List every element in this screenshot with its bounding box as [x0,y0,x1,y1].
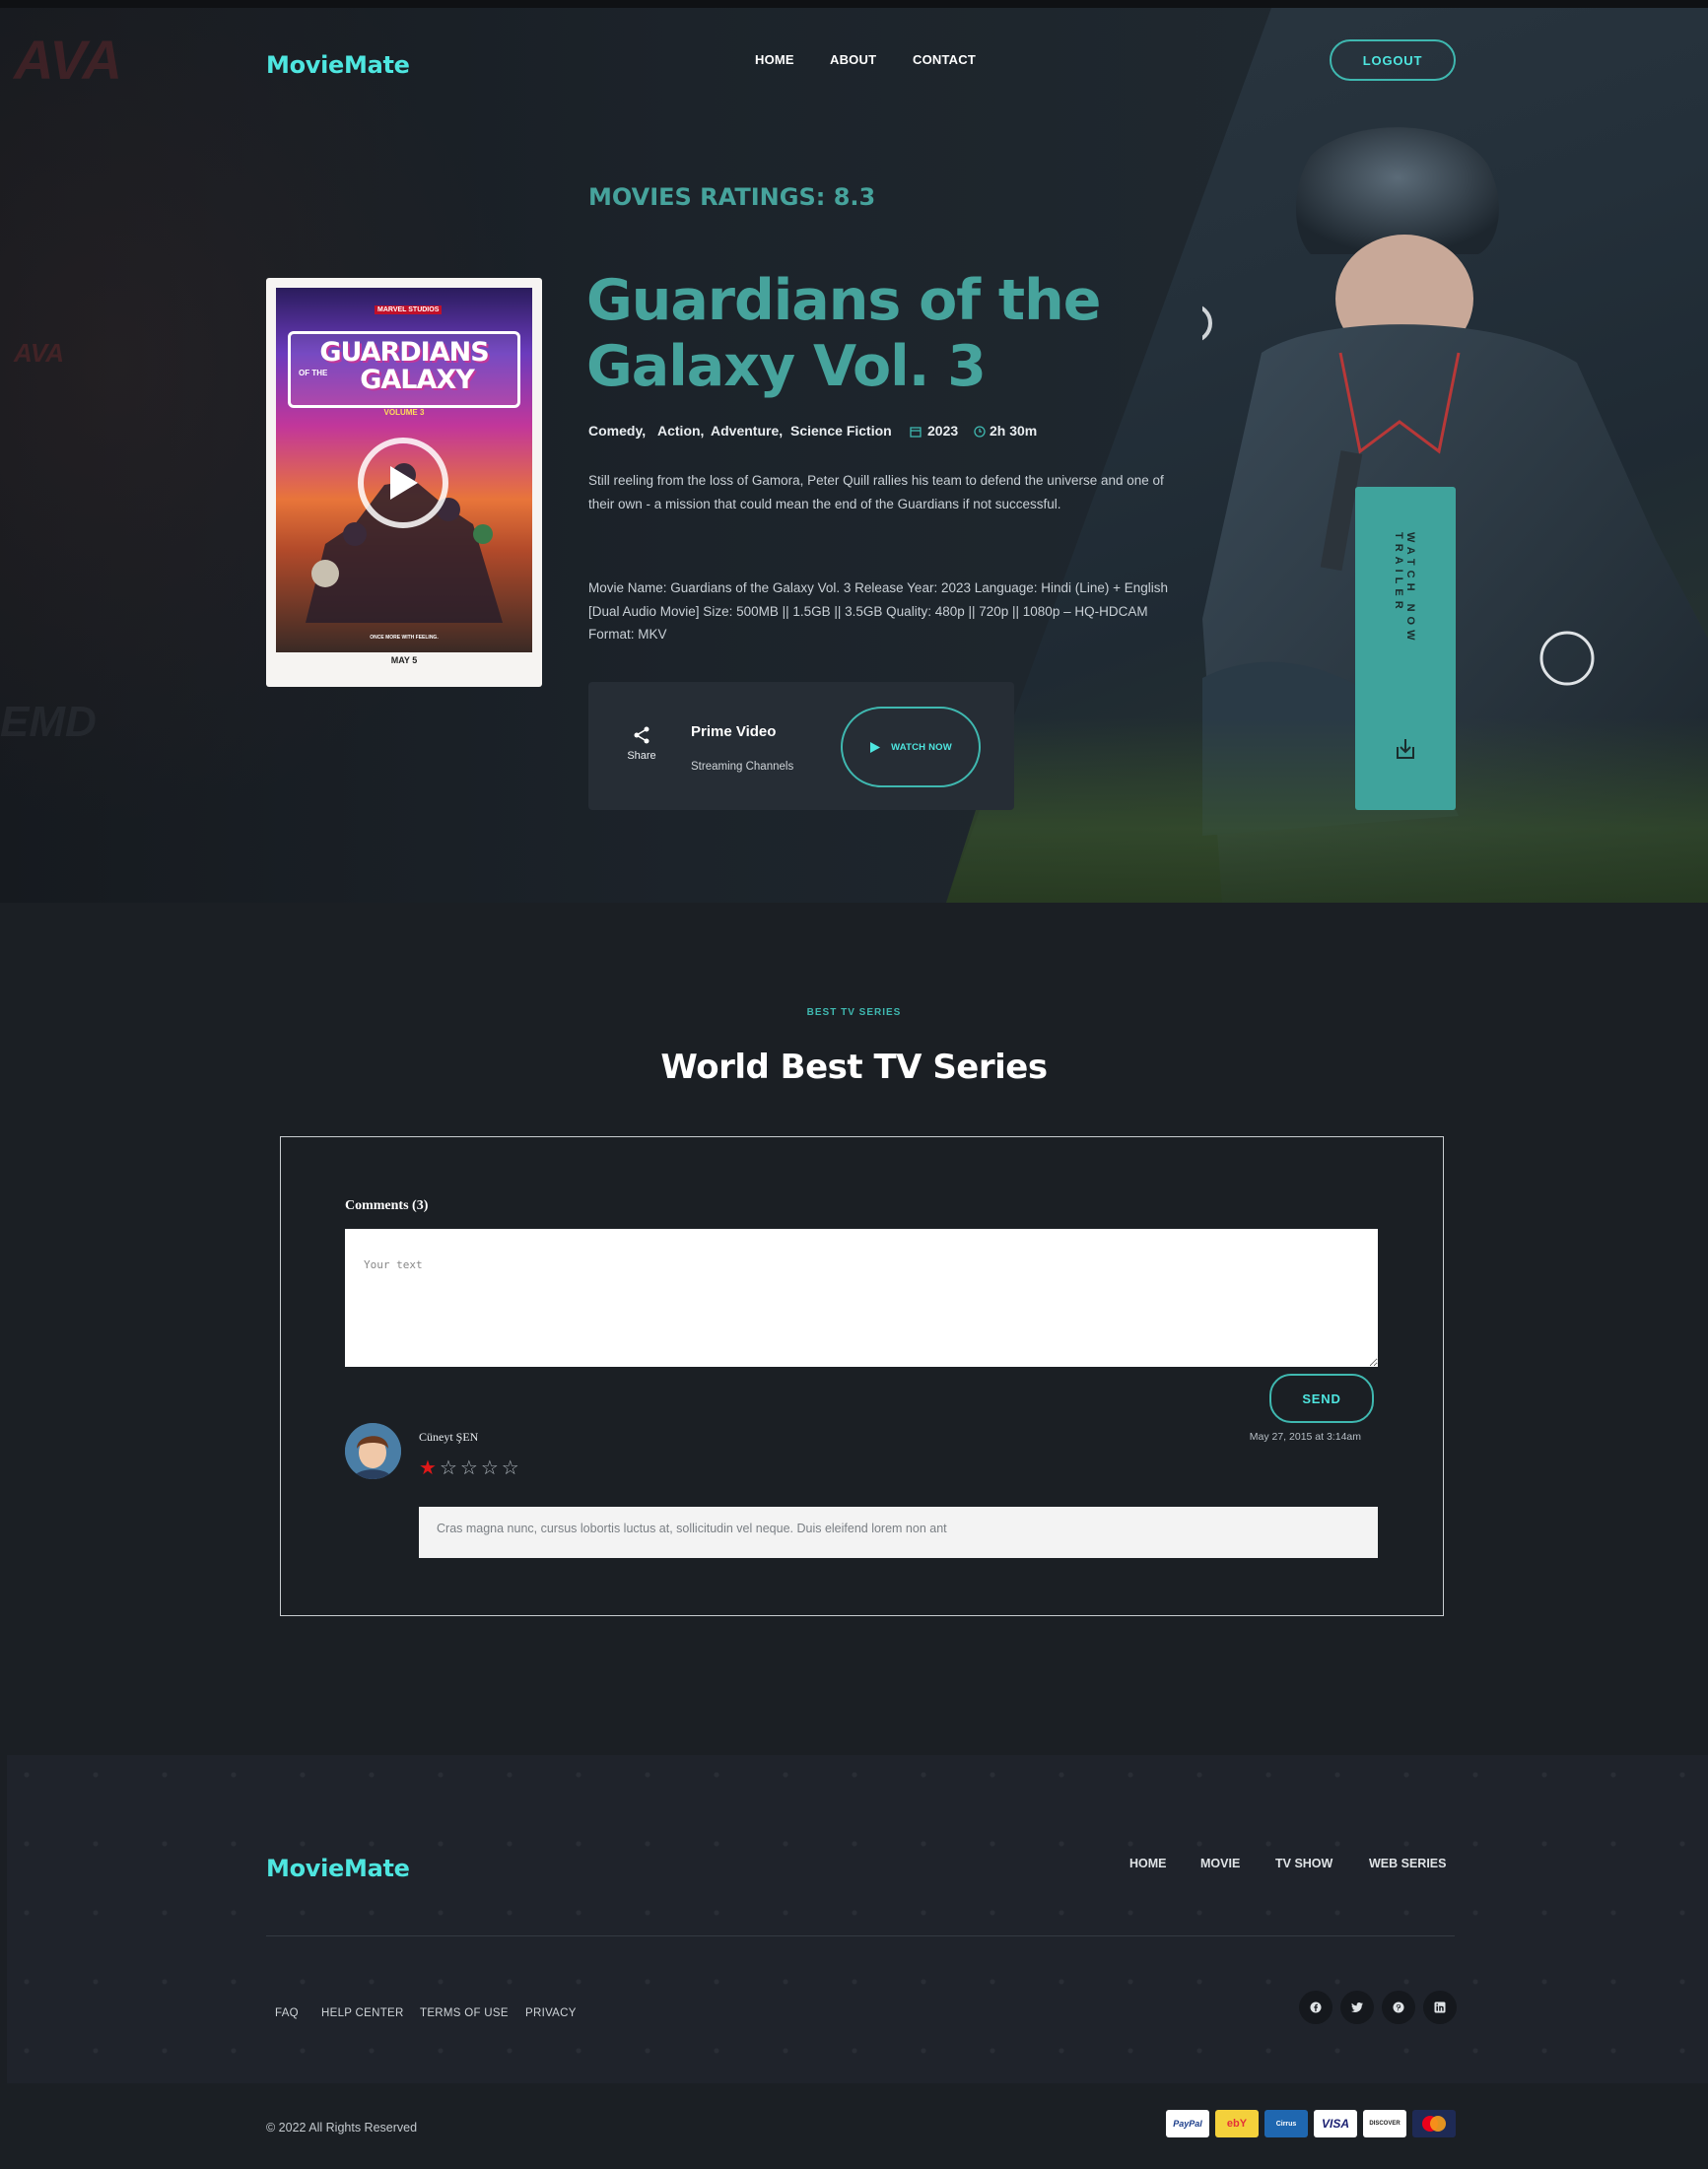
copyright: © 2022 All Rights Reserved [266,2121,418,2135]
poster-tagline: ONCE MORE WITH FEELING. [370,635,439,641]
footer-logo[interactable]: MovieMate [266,1855,410,1882]
pinterest-icon[interactable] [1382,1991,1415,2024]
discover-icon: DISCOVER [1363,2110,1406,2137]
brand-logo[interactable]: MovieMate [266,51,410,79]
play-button[interactable] [358,438,448,528]
movie-details: Movie Name: Guardians of the Galaxy Vol.… [588,580,1168,642]
genre-science-fiction[interactable]: Science Fiction [790,423,892,439]
watch-trailer-tab[interactable]: WATCH NOW TRAILER [1355,487,1456,810]
section-kicker: BEST TV SERIES [806,1007,902,1018]
share-label: Share [627,750,656,762]
footer-link-terms[interactable]: TERMS OF USE [420,2007,509,2019]
footer-link-help-center[interactable]: HELP CENTER [321,2007,404,2019]
grass-decoration [946,717,1708,903]
footer-divider [266,1935,1455,1936]
download-icon [1397,739,1414,759]
footer-nav-movie[interactable]: MOVIE [1200,1857,1240,1870]
trailer-label: WATCH NOW TRAILER [1393,532,1416,645]
movie-rating: MOVIES RATINGS: 8.3 [588,183,876,211]
mastercard-logo [1422,2116,1446,2132]
poster-release-date: MAY 5 [390,655,418,665]
facebook-icon[interactable] [1299,1991,1332,2024]
footer-link-faq[interactable]: FAQ [275,2007,299,2019]
poster-studio: MARVEL STUDIOS [375,305,443,314]
footer-link-privacy[interactable]: PRIVACY [525,2007,577,2019]
linkedin-icon[interactable] [1423,1991,1457,2024]
twitter-icon[interactable] [1340,1991,1374,2024]
send-button[interactable]: SEND [1269,1374,1374,1423]
comment-input[interactable] [345,1229,1378,1367]
top-strip [0,0,1708,8]
play-icon [870,741,881,753]
background-decoration: EMD [0,698,97,746]
visa-icon: VISA [1314,2110,1357,2137]
stream-name: Prime Video [691,723,777,740]
poster-volume: VOLUME 3 [383,408,425,417]
footer-nav-web-series[interactable]: WEB SERIES [1369,1857,1447,1870]
star-icon[interactable]: ☆ [481,1458,499,1478]
duration: 2h 30m [990,423,1038,439]
share-icon [634,726,649,744]
star-icon[interactable]: ☆ [440,1458,457,1478]
footer-pattern [7,1755,1708,2083]
star-icon[interactable]: ☆ [460,1458,478,1478]
footer-nav-tv-show[interactable]: TV SHOW [1275,1857,1332,1870]
comments-panel: Comments (3) SEND Cüneyt ŞEN May 27, 201… [280,1136,1444,1616]
background-decoration: AVA [14,338,65,368]
star-icon[interactable]: ☆ [502,1458,519,1478]
footer [7,1755,1708,2083]
movie-description: Still reeling from the loss of Gamora, P… [588,473,1164,511]
share-button[interactable]: Share [620,726,663,762]
mastercard-icon [1412,2110,1456,2137]
genre-adventure[interactable]: Adventure, [711,423,783,439]
comments-heading: Comments (3) [345,1198,429,1213]
logout-button[interactable]: LOGOUT [1330,39,1456,81]
release-year: 2023 [927,423,959,439]
star-icon[interactable]: ★ [419,1458,437,1478]
watch-now-button[interactable]: WATCH NOW [841,707,981,787]
calendar-icon [910,427,922,438]
poster-title-line1: GUARDIANS [319,337,489,368]
comment-author[interactable]: Cüneyt ŞEN [419,1430,478,1445]
watch-now-label: WATCH NOW [891,741,952,753]
star-rating[interactable]: ★ ☆ ☆ ☆ ☆ [419,1458,519,1478]
footer-nav-home[interactable]: HOME [1129,1857,1167,1870]
movie-title: Guardians of the Galaxy Vol. 3 [586,268,1101,399]
movie-poster[interactable]: MARVEL STUDIOS GUARDIANS OF THE GALAXY V… [266,278,542,687]
play-icon [390,466,418,500]
comment-date: May 27, 2015 at 3:14am [1249,1431,1361,1443]
paypal-icon: PayPal [1166,2110,1209,2137]
nav-about[interactable]: ABOUT [830,52,876,67]
streaming-panel: Share Prime Video Streaming Channels WAT… [588,682,1014,810]
background-decoration: AVA [14,29,122,91]
ebay-icon: ebY [1215,2110,1259,2137]
nav-home[interactable]: HOME [755,52,794,67]
genre-action[interactable]: Action, [657,423,704,439]
cirrus-icon: Cirrus [1264,2110,1308,2137]
clock-icon [974,426,986,438]
avatar[interactable] [345,1423,401,1479]
avatar-image [345,1423,401,1479]
stream-subtitle: Streaming Channels [691,761,794,773]
nav-contact[interactable]: CONTACT [913,52,976,67]
genre-comedy[interactable]: Comedy, [588,423,646,439]
poster-title-line2: GALAXY [360,365,475,395]
comment-text: Cras magna nunc, cursus lobortis luctus … [419,1507,1378,1558]
section-title: World Best TV Series [660,1048,1048,1087]
